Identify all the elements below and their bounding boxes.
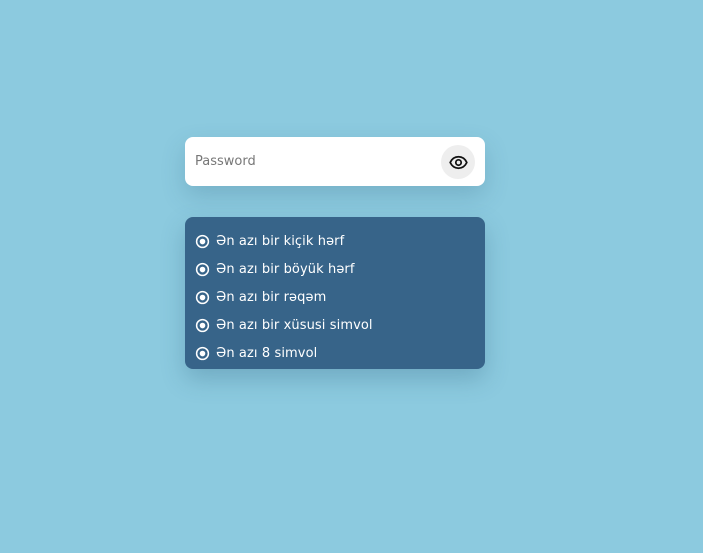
toggle-password-visibility-button[interactable] — [441, 145, 475, 179]
eye-icon — [448, 153, 468, 172]
radio-dot-icon — [195, 346, 210, 360]
password-input[interactable] — [185, 137, 435, 186]
requirement-min-length: Ən azı 8 simvol — [195, 339, 485, 367]
password-field-container — [185, 137, 485, 186]
requirement-digit: Ən azı bir rəqəm — [195, 283, 485, 311]
radio-dot-icon — [195, 262, 210, 276]
radio-dot-icon — [195, 290, 210, 304]
requirement-label: Ən azı bir kiçik hərf — [216, 233, 345, 249]
requirement-lowercase: Ən azı bir kiçik hərf — [195, 227, 485, 255]
requirement-label: Ən azı bir böyük hərf — [216, 261, 355, 277]
password-requirements-panel: Ən azı bir kiçik hərf Ən azı bir böyük h… — [185, 217, 485, 369]
requirement-label: Ən azı 8 simvol — [216, 345, 318, 361]
radio-dot-icon — [195, 318, 210, 332]
page-canvas: Ən azı bir kiçik hərf Ən azı bir böyük h… — [0, 0, 703, 553]
requirement-label: Ən azı bir xüsusi simvol — [216, 317, 373, 333]
requirement-label: Ən azı bir rəqəm — [216, 289, 327, 305]
requirement-special-character: Ən azı bir xüsusi simvol — [195, 311, 485, 339]
radio-dot-icon — [195, 234, 210, 248]
requirement-uppercase: Ən azı bir böyük hərf — [195, 255, 485, 283]
